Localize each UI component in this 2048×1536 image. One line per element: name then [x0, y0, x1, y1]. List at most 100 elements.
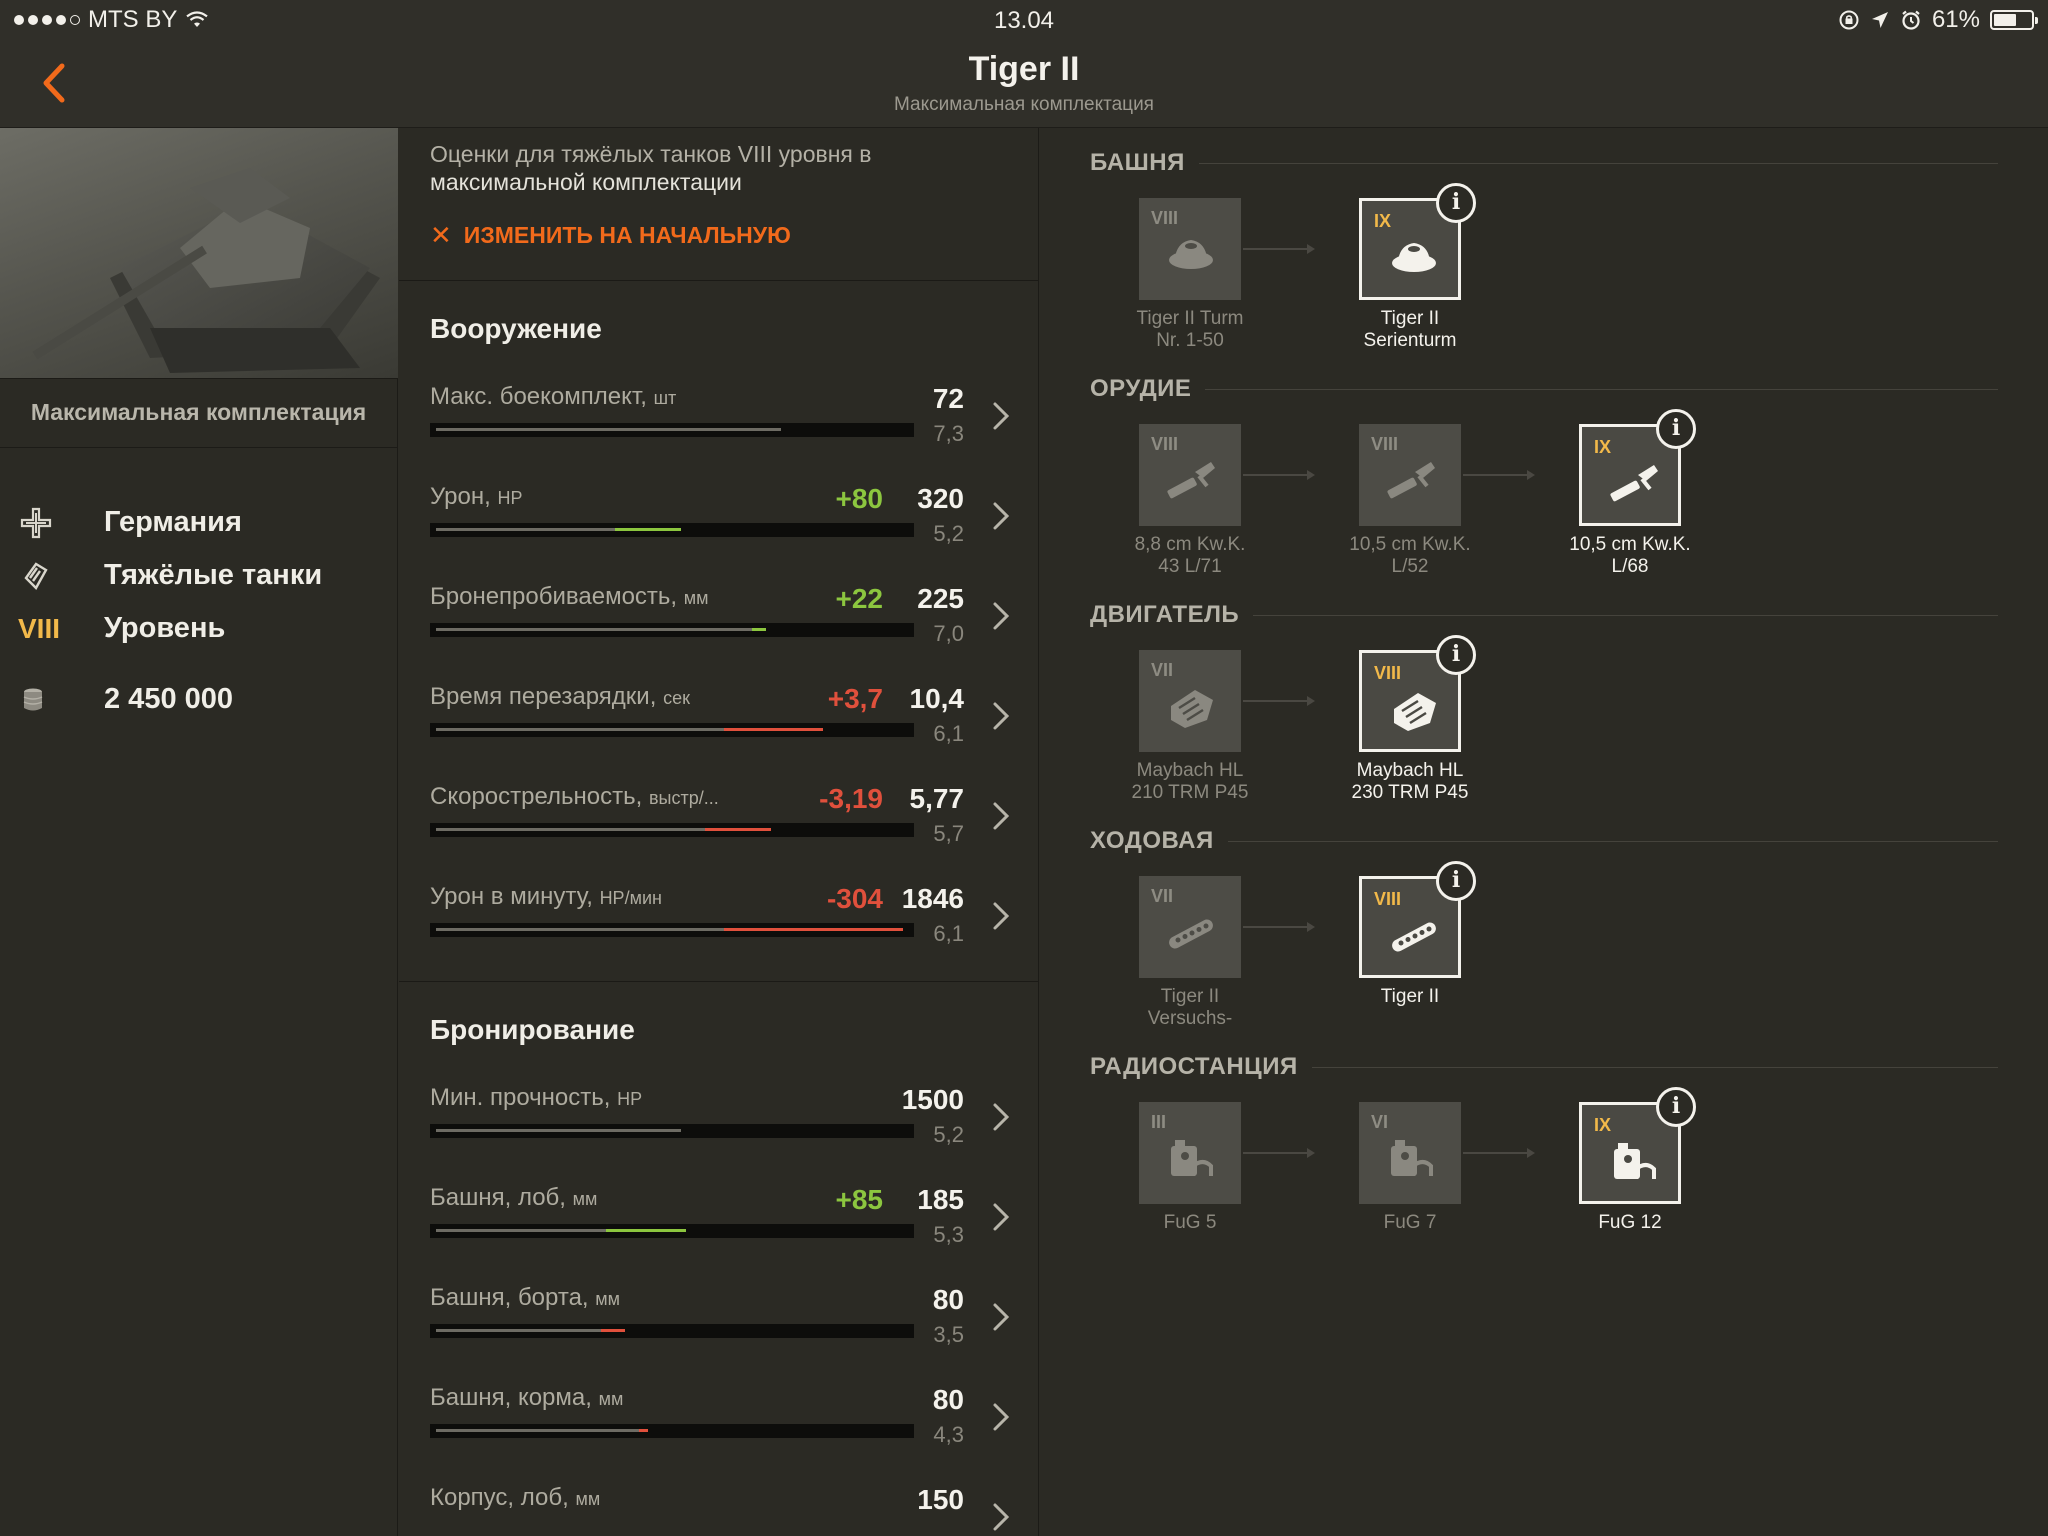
stat-row[interactable]: Башня, лоб, мм +85 185 5,3: [399, 1182, 1038, 1282]
stat-bar-change: [752, 628, 766, 631]
module-card[interactable]: VII Tiger II Versuchs-: [1090, 876, 1290, 1030]
module-section-title: ДВИГАТЕЛЬ: [1090, 601, 1240, 628]
stat-row[interactable]: Урон в минуту, HP/мин -304 1846 6,1: [399, 881, 1038, 981]
stat-bar-base: [436, 1129, 681, 1132]
battery-percent: 61%: [1931, 6, 1980, 33]
chevron-right-icon[interactable]: [992, 501, 1010, 531]
module-name-line-1: FuG 5: [1163, 1212, 1217, 1233]
stat-row[interactable]: Башня, корма, мм 80 4,3: [399, 1382, 1038, 1482]
module-section-title: ХОДОВАЯ: [1090, 827, 1214, 854]
module-tile[interactable]: VI: [1359, 1102, 1461, 1204]
module-name: Maybach HL 210 TRM P45: [1090, 760, 1290, 804]
module-name-line-1: 8,8 cm Kw.K.: [1134, 534, 1246, 555]
chevron-right-icon[interactable]: [992, 1502, 1010, 1532]
module-name-line-2: Serienturm: [1363, 330, 1457, 351]
stat-bar-change: [724, 928, 903, 931]
tier-label: Уровень: [104, 612, 226, 644]
stat-label: Бронепробиваемость, мм: [430, 583, 709, 610]
chevron-right-icon[interactable]: [992, 1402, 1010, 1432]
stat-bar: [430, 1224, 914, 1238]
module-card[interactable]: VIII i Maybach HL 230 TRM P45: [1310, 635, 1510, 804]
module-row: VIII 8,8 cm Kw.K. 43 L/71 VIII 10,5 cm Kw.K.…: [1090, 404, 1998, 577]
engine-icon: [1394, 693, 1436, 731]
chevron-right-icon[interactable]: [992, 401, 1010, 431]
info-icon[interactable]: i: [1436, 183, 1476, 223]
module-tile[interactable]: VIII: [1139, 198, 1241, 300]
module-section-title: БАШНЯ: [1090, 149, 1185, 176]
module-section-header: РАДИОСТАНЦИЯ: [1090, 1052, 1998, 1082]
stat-bar-base: [436, 628, 752, 631]
module-card[interactable]: IX i Tiger II Serienturm: [1310, 183, 1510, 352]
stat-row[interactable]: Скорострельность, выстр/... -3,19 5,77 5,7: [399, 781, 1038, 881]
module-name-line-1: Tiger II Turm: [1136, 308, 1244, 329]
tank-summary-panel: Максимальная комплектация Германия Тяжёл…: [0, 128, 398, 1536]
stat-row[interactable]: Корпус, лоб, мм 150: [399, 1482, 1038, 1536]
upgrade-arrow: [1243, 470, 1315, 480]
module-card[interactable]: VIII 10,5 cm Kw.K. L/52: [1310, 424, 1510, 578]
chevron-right-icon[interactable]: [992, 1302, 1010, 1332]
stat-delta: -304: [826, 883, 883, 914]
stat-row[interactable]: Макс. боекомплект, шт 72 7,3: [399, 381, 1038, 481]
stat-unit: HP: [497, 488, 523, 508]
stat-label: Урон, HP: [430, 483, 523, 510]
module-name-line-2: 230 TRM P45: [1351, 782, 1469, 803]
chevron-right-icon[interactable]: [992, 801, 1010, 831]
module-tile[interactable]: VIII: [1139, 424, 1241, 526]
module-tile[interactable]: VII: [1139, 876, 1241, 978]
module-row: VIII Tiger II Turm Nr. 1-50 IX i Tiger II Seri…: [1090, 178, 1998, 351]
module-tile[interactable]: VIII: [1359, 424, 1461, 526]
radio-icon: [1614, 1143, 1656, 1179]
chevron-right-icon[interactable]: [992, 1102, 1010, 1132]
stat-bar: [430, 523, 914, 537]
module-card[interactable]: VIII 8,8 cm Kw.K. 43 L/71: [1090, 424, 1290, 578]
info-icon[interactable]: i: [1436, 861, 1476, 901]
rotation-lock-icon: [1839, 10, 1859, 30]
info-icon[interactable]: i: [1656, 409, 1696, 449]
module-card[interactable]: IX i FuG 12: [1530, 1087, 1730, 1234]
stat-label: Время перезарядки, сек: [430, 683, 690, 710]
status-right: 61%: [1838, 6, 2038, 34]
module-tile[interactable]: IX i: [1579, 409, 1696, 526]
module-card[interactable]: III FuG 5: [1090, 1102, 1290, 1234]
info-icon[interactable]: i: [1436, 635, 1476, 675]
stat-unit: мм: [595, 1289, 621, 1309]
stat-row[interactable]: Бронепробиваемость, мм +22 225 7,0: [399, 581, 1038, 681]
chevron-right-icon[interactable]: [992, 701, 1010, 731]
stat-bar: [430, 923, 914, 937]
module-name: 8,8 cm Kw.K. 43 L/71: [1090, 534, 1290, 578]
module-section-header: БАШНЯ: [1090, 148, 1998, 178]
ratings-description: Оценки для тяжёлых танков VIII уровня в …: [399, 128, 1038, 196]
status-bar: MTS BY 13.04 61%: [0, 0, 2048, 40]
stat-value: 80: [932, 1284, 964, 1315]
module-card[interactable]: VI FuG 7: [1310, 1102, 1510, 1234]
module-tile[interactable]: VIII i: [1359, 861, 1476, 978]
module-name: Tiger II: [1310, 986, 1510, 1008]
module-card[interactable]: VII Maybach HL 210 TRM P45: [1090, 650, 1290, 804]
info-icon[interactable]: i: [1656, 1087, 1696, 1127]
stat-bar-change: [606, 1229, 686, 1232]
module-tile[interactable]: VII: [1139, 650, 1241, 752]
chevron-right-icon[interactable]: [992, 901, 1010, 931]
module-card[interactable]: VIII Tiger II Turm Nr. 1-50: [1090, 198, 1290, 352]
module-tile[interactable]: III: [1139, 1102, 1241, 1204]
stat-row[interactable]: Время перезарядки, сек +3,7 10,4 6,1: [399, 681, 1038, 781]
stat-label: Корпус, лоб, мм: [430, 1484, 601, 1511]
chevron-right-icon[interactable]: [992, 1202, 1010, 1232]
stat-bar-change: [615, 528, 681, 531]
price-value: 2 450 000: [104, 683, 234, 715]
stat-row[interactable]: Урон, HP +80 320 5,2: [399, 481, 1038, 581]
module-tile[interactable]: IX i: [1579, 1087, 1696, 1204]
module-card[interactable]: VIII i Tiger II: [1310, 861, 1510, 1008]
nation-label: Германия: [104, 506, 242, 538]
module-tile[interactable]: IX i: [1359, 183, 1476, 300]
stat-bar: [430, 423, 914, 437]
price-row: 2 450 000: [0, 673, 397, 726]
stat-row[interactable]: Мин. прочность, HP 1500 5,2: [399, 1082, 1038, 1182]
reset-to-stock-button[interactable]: ✕ ИЗМЕНИТЬ НА НАЧАЛЬНУЮ: [430, 220, 1038, 251]
stat-bar-base: [436, 828, 705, 831]
stat-row[interactable]: Башня, борта, мм 80 3,5: [399, 1282, 1038, 1382]
stat-unit: мм: [575, 1489, 601, 1509]
chevron-right-icon[interactable]: [992, 601, 1010, 631]
module-card[interactable]: IX i 10,5 cm Kw.K. L/68: [1530, 409, 1730, 578]
module-tile[interactable]: VIII i: [1359, 635, 1476, 752]
